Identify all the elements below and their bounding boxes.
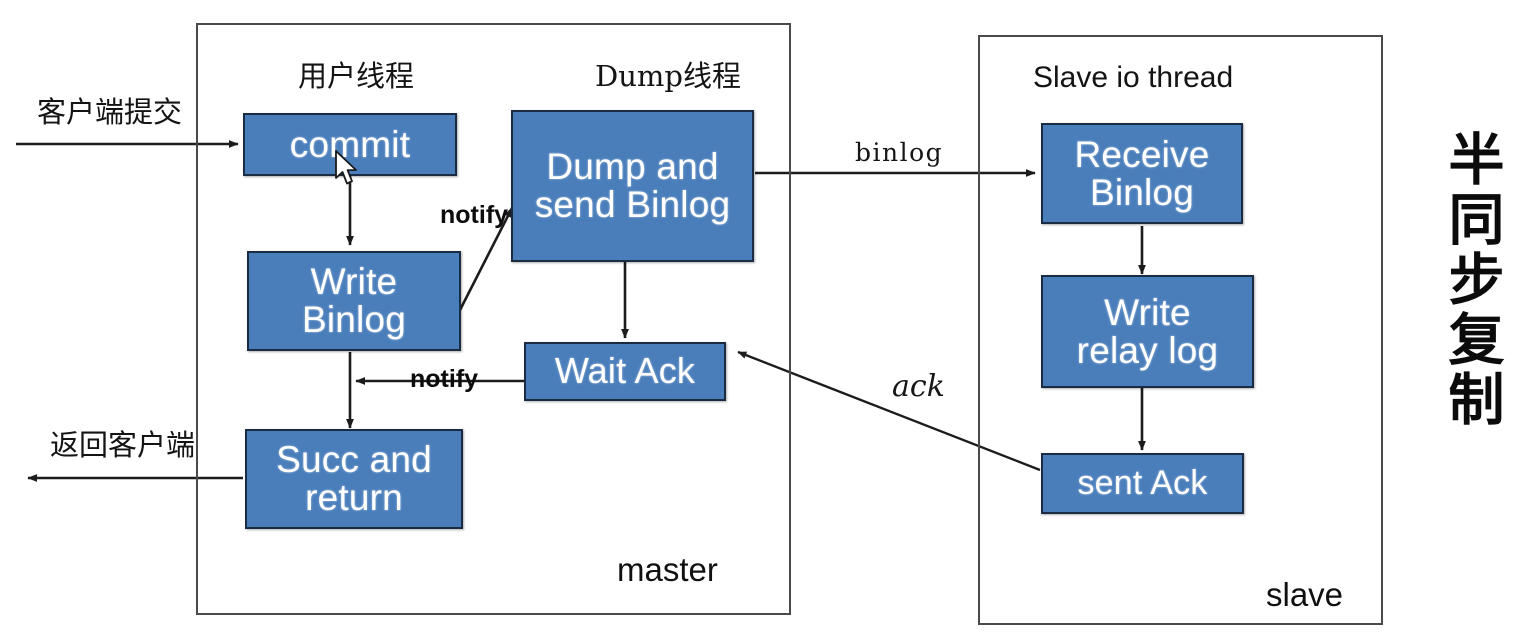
dump-thread-label: Dump线程 [595, 59, 741, 93]
slave-container-label: slave [1266, 576, 1344, 613]
box-write-binlog[interactable]: Write Binlog [247, 251, 461, 351]
box-dump-and-send-binlog[interactable]: Dump and send Binlog [511, 110, 754, 262]
diagram-canvas: master slave 用户线程 Dump线程 Slave io thread… [0, 0, 1519, 642]
edge-label-return-client: 返回客户端 [50, 428, 196, 462]
edge-label-notify-succ: notify [410, 365, 479, 393]
box-succ-and-return-label-line1: Succ and [276, 439, 432, 481]
box-wait-ack[interactable]: Wait Ack [524, 342, 726, 401]
box-write-binlog-label-line1: Write [310, 261, 398, 303]
box-succ-and-return[interactable]: Succ and return [245, 429, 463, 529]
user-thread-label: 用户线程 [298, 59, 415, 93]
box-succ-and-return-label-line2: return [305, 477, 403, 518]
box-commit[interactable]: commit [243, 113, 457, 176]
box-receive-binlog-label-line1: Receive [1074, 133, 1210, 175]
edge-label-client-commit: 客户端提交 [37, 95, 183, 129]
box-sent-ack-label: sent Ack [1077, 464, 1208, 503]
edge-label-ack: ack [892, 369, 945, 404]
edge-label-notify-dump: notify [440, 201, 509, 229]
box-write-relay-log[interactable]: Write relay log [1041, 275, 1254, 388]
box-write-relay-log-label-line1: Write [1104, 291, 1191, 333]
edge-label-binlog: binlog [855, 138, 944, 167]
slave-io-thread-label: Slave io thread [1033, 61, 1234, 94]
box-dump-and-send-binlog-label-line1: Dump and [546, 146, 719, 188]
box-dump-and-send-binlog-label-line2: send Binlog [534, 184, 731, 225]
box-write-relay-log-label-line2: relay log [1076, 329, 1219, 371]
master-container-label: master [617, 551, 718, 588]
box-sent-ack[interactable]: sent Ack [1041, 453, 1244, 514]
diagram-vertical-title: 半同步复制 [1439, 130, 1505, 430]
box-receive-binlog-label-line2: Binlog [1089, 171, 1195, 213]
box-write-binlog-label-line2: Binlog [301, 299, 407, 340]
box-receive-binlog[interactable]: Receive Binlog [1041, 123, 1243, 224]
box-wait-ack-label: Wait Ack [554, 350, 696, 392]
box-commit-label: commit [289, 123, 411, 165]
